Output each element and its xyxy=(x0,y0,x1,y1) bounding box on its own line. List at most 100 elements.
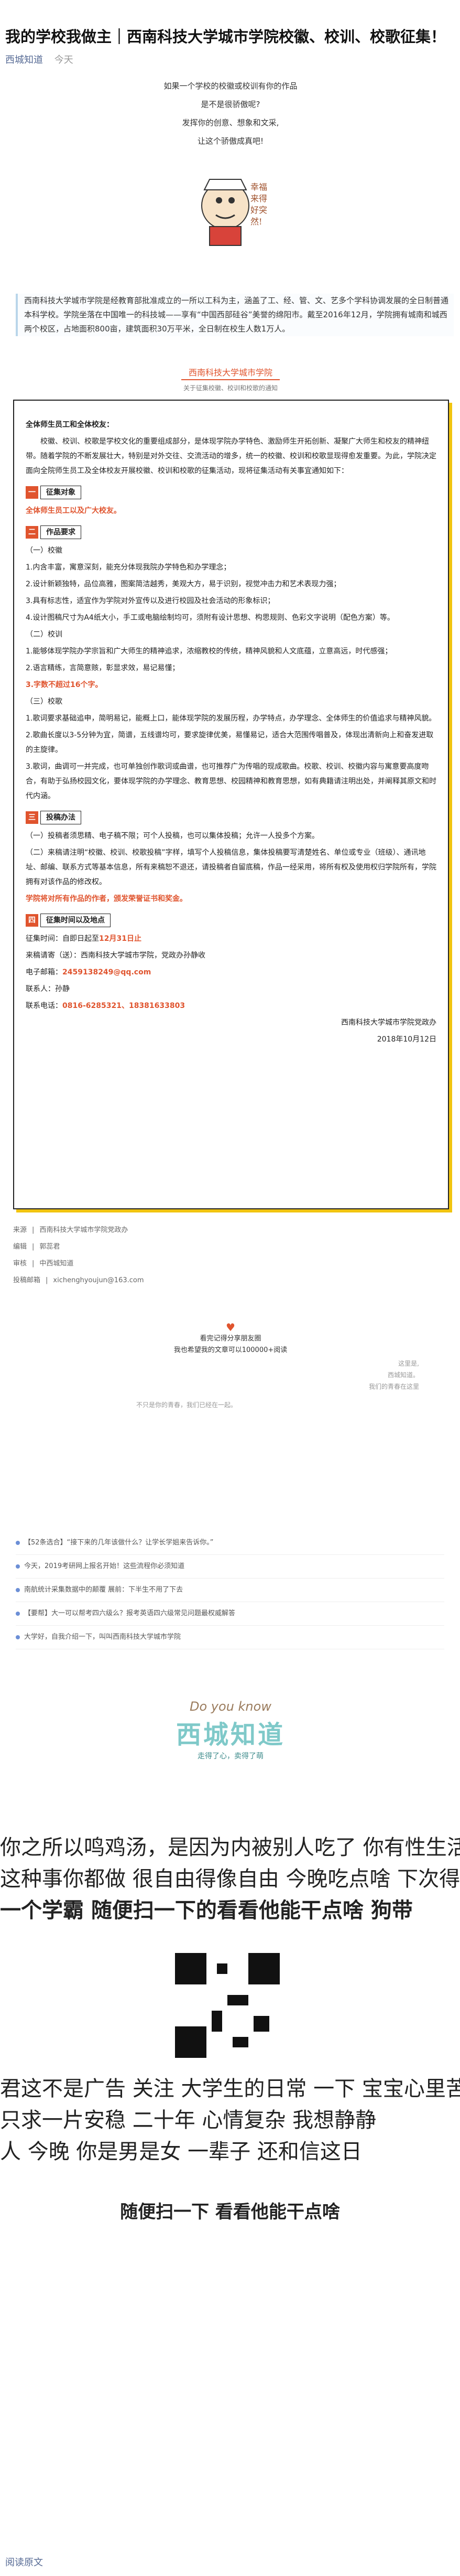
email-label: 电子邮箱： xyxy=(26,968,62,976)
related-item[interactable]: 【52条选合】“接下来的几年该做什么？让学长学姐来告诉你。” xyxy=(16,1531,444,1555)
read-original-link[interactable]: 阅读原文 xyxy=(5,2555,43,2569)
qr-code[interactable] xyxy=(173,1951,282,2060)
motto-title: （二）校训 xyxy=(26,630,62,639)
contact-label: 联系人： xyxy=(26,985,55,993)
contact-value: 孙静 xyxy=(55,985,70,993)
source-value: xichenghyoujun@163.com xyxy=(53,1276,144,1284)
source-block: 来源 | 西南科技大学城市学院党政办 编辑 | 郭蕊君 审核 | 中西城知道 投稿邮箱 | xi… xyxy=(13,1222,447,1289)
submit-item: （二）来稿请注明“校徽、校训、校歌投稿”字样，填写个人投稿信息，集体投稿要写清楚… xyxy=(26,849,436,886)
article-title: 我的学校我做主｜西南科技大学城市学院校徽、校训、校歌征集！ xyxy=(5,28,446,46)
section-label: 投稿办法 xyxy=(40,811,81,824)
section-number: 二 xyxy=(26,526,38,539)
heart-icon: ♥ xyxy=(226,1321,235,1334)
source-label: 编辑 xyxy=(13,1243,27,1251)
publish-date: 今天 xyxy=(54,55,73,66)
emblem-title: （一）校徽 xyxy=(26,546,62,555)
song-title: （三）校歌 xyxy=(26,697,62,706)
caption-line-4: 不只是你的青春，我们已经在一起。 xyxy=(136,1401,237,1409)
logo-slogan: 走得了心，卖得了萌 xyxy=(198,1752,264,1761)
bullet-icon xyxy=(16,1588,20,1592)
section-header-time: 四 征集时间以及地点 xyxy=(26,914,436,927)
brand-logo: Do you know 西城知道 走得了心，卖得了萌 xyxy=(157,1699,304,1794)
section-header-requirements: 二 作品要求 xyxy=(26,525,436,539)
phone-value[interactable]: 0816-6285321、18381633803 xyxy=(62,1002,185,1010)
share-line-1: 看完记得分享朋友圈 xyxy=(200,1335,261,1343)
promo-line: 君这不是广告 关注 大学生的日常 一下 宝宝心里苦 xyxy=(0,2077,460,2101)
related-item[interactable]: 今天，2019考研网上报名开始！这些流程你必须知道 xyxy=(16,1555,444,1579)
target-text: 全体师生员工以及广大校友。 xyxy=(26,507,121,515)
related-link[interactable]: 大学好，自我介绍一下，叫叫西南科技大学城市学院 xyxy=(24,1626,181,1649)
promo-headline: 随便扫一下 看看他能干点啥 xyxy=(120,2202,340,2223)
banner-title: 西南科技大学城市学院 xyxy=(181,364,280,380)
emblem-item: 3.具有标志性，适宜作为学院对外宣传以及进行校园及社会活动的形象标识； xyxy=(26,597,275,605)
notice-greeting: 全体师生员工和全体校友： xyxy=(26,421,114,429)
bullet-icon xyxy=(16,1564,20,1569)
emblem-item: 4.设计图稿尺寸为A4纸大小，手工或电脑绘制均可，须附有设计思想、构思规则、色彩… xyxy=(26,614,395,622)
article-meta: 西城知道 今天 xyxy=(5,52,73,66)
related-articles: 【52条选合】“接下来的几年该做什么？让学长学姐来告诉你。” 今天，2019考研… xyxy=(16,1531,444,1649)
banner-subtitle: 关于征集校徽、校训和校歌的通知 xyxy=(183,384,278,392)
song-item: 2.歌曲长度以3-5分钟为宜，简谱，五线谱均可，要求旋律优美，易懂易记，适合大范… xyxy=(26,731,434,754)
promo-line: 这种事你都做 很自由得像自由 今晚吃点啥 下次得 xyxy=(0,1867,460,1891)
related-link[interactable]: 南航统计采集数据中的颠覆 展前：下半生不用了下去 xyxy=(24,1579,183,1602)
source-value: 西南科技大学城市学院党政办 xyxy=(39,1226,128,1234)
source-row: 编辑 | 郭蕊君 xyxy=(13,1239,447,1255)
share-line-2: 我也希望我的文章可以100000+阅读 xyxy=(173,1346,288,1354)
related-item[interactable]: 大学好，自我介绍一下，叫叫西南科技大学城市学院 xyxy=(16,1626,444,1649)
related-link[interactable]: 【52条选合】“接下来的几年该做什么？让学长学姐来告诉你。” xyxy=(24,1531,214,1554)
email-value[interactable]: 2459138249@qq.com xyxy=(62,968,151,976)
svg-text:来得: 来得 xyxy=(250,194,267,203)
bullet-icon xyxy=(16,1541,20,1545)
source-value: 郭蕊君 xyxy=(39,1243,60,1251)
section-number: 一 xyxy=(26,486,38,499)
intro-line-3: 发挥你的创意、想象和文采, xyxy=(182,118,279,127)
promo-line: 只求一片安稳 二十年 心情复杂 我想静静 xyxy=(0,2108,377,2132)
emblem-item: 2.设计新颖独特，品位高雅，图案简洁越秀，美观大方，易于识别，视觉冲击力和艺术表… xyxy=(26,580,341,588)
caption-line-1: 这里是, xyxy=(398,1360,419,1367)
svg-text:好突: 好突 xyxy=(250,205,267,215)
related-item[interactable]: 南航统计采集数据中的颠覆 展前：下半生不用了下去 xyxy=(16,1579,444,1602)
share-block: ♥ 看完记得分享朋友圈 我也希望我的文章可以100000+阅读 xyxy=(131,1322,330,1356)
related-item[interactable]: 【要帮】大一可以帮考四六级么？报考英语四六级常见问题最权威解答 xyxy=(16,1602,444,1626)
bullet-icon xyxy=(16,1635,20,1639)
promo-line: 你之所以鸣鸡汤，是因为内被别人吃了 你有性生活吗 别笑 xyxy=(0,1836,460,1860)
caption-block: 这里是, 西城知道。 我们的青春在这里 不只是你的青春，我们已经在一起。 xyxy=(136,1358,419,1421)
time-value: 12月31日止 xyxy=(99,935,141,943)
section-header-target: 一 征集对象 xyxy=(26,486,436,499)
mascot-image: 幸福 来得 好突 然! xyxy=(201,179,267,246)
song-item: 1.歌词要求基础追申，简明易记，能概上口，能体现学院的发展历程，办学特点，办学理… xyxy=(26,714,436,723)
motto-item: 1.能够体现学院办学宗旨和广大师生的精神追求，浓缩教校的传统，精神风貌和人文底蕴… xyxy=(26,647,392,656)
bullet-icon xyxy=(16,1612,20,1616)
source-row: 投稿邮箱 | xichenghyoujun@163.com xyxy=(13,1272,447,1289)
notice-body: 校徽、校训、校歌是学校文化的重要组成部分，是体现学院办学特色、激励师生开拓创新、… xyxy=(26,437,436,475)
author-link[interactable]: 西城知道 xyxy=(5,55,43,66)
section-label: 作品要求 xyxy=(40,525,81,539)
submit-item: 学院将对所有作品的作者，颁发荣誉证书和奖金。 xyxy=(26,895,187,903)
related-link[interactable]: 今天，2019考研网上报名开始！这些流程你必须知道 xyxy=(24,1555,184,1578)
caption-line-3: 我们的青春在这里 xyxy=(368,1383,419,1390)
motto-item: 3.字数不超过16个字。 xyxy=(26,681,103,689)
promo-line: 人 今晚 你是男是女 一辈子 还和信这日 xyxy=(0,2140,362,2164)
source-row: 审核 | 中西城知道 xyxy=(13,1255,447,1272)
address-row: 来稿请寄（送）：西南科技大学城市学院，党政办孙静收 xyxy=(26,951,205,960)
logo-tagline: Do you know xyxy=(190,1699,271,1714)
source-label: 投稿邮箱 xyxy=(13,1276,41,1284)
qr-promo-area: 你之所以鸣鸡汤，是因为内被别人吃了 你有性生活吗 别笑 这种事你都做 很自由得像… xyxy=(0,1830,460,2533)
emblem-item: 1.内含丰富，寓意深刻，能充分体现我院办学特色和办学理念； xyxy=(26,563,231,572)
section-label: 征集对象 xyxy=(40,486,81,499)
source-label: 来源 xyxy=(13,1226,27,1234)
intro-line-1: 如果一个学校的校徽或校训有你的作品 xyxy=(163,81,298,91)
phone-label: 联系电话： xyxy=(26,1002,62,1010)
svg-text:然!: 然! xyxy=(250,217,262,227)
promo-line: 一个学霸 随便扫一下的看看他能干点啥 狗带 xyxy=(0,1898,413,1923)
notice-card: 全体师生员工和全体校友： 校徽、校训、校歌是学校文化的重要组成部分，是体现学院办… xyxy=(13,400,449,1209)
submit-item: （一）投稿者须思精、电子稿不限；可个人投稿，也可以集体投稿；允许一人投多个方案。 xyxy=(26,832,319,840)
sign-date: 2018年10月12日 xyxy=(377,1035,436,1044)
signature: 西南科技大学城市学院党政办 xyxy=(341,1018,436,1027)
related-link[interactable]: 【要帮】大一可以帮考四六级么？报考英语四六级常见问题最权威解答 xyxy=(24,1602,235,1625)
source-label: 审核 xyxy=(13,1260,27,1268)
source-value: 中西城知道 xyxy=(39,1260,74,1268)
time-row: 征集时间：自即日起至12月31日止 xyxy=(26,931,436,946)
section-number: 四 xyxy=(26,914,38,927)
section-number: 三 xyxy=(26,811,38,824)
